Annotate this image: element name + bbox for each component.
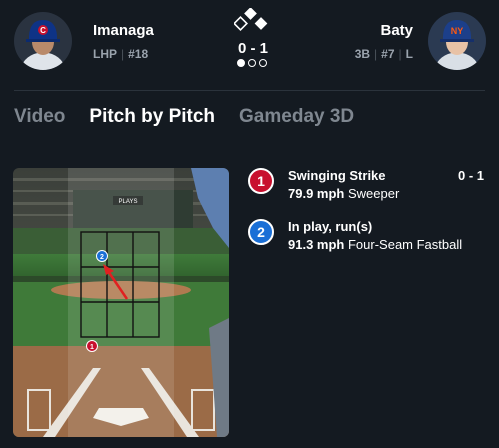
pitch-type: Sweeper — [347, 186, 400, 201]
tab-pitch-by-pitch[interactable]: Pitch by Pitch — [89, 106, 215, 128]
svg-text:2: 2 — [100, 254, 104, 261]
out-dot — [237, 59, 245, 67]
out-dot — [259, 59, 267, 67]
tab-gameday-3d[interactable]: Gameday 3D — [239, 106, 354, 128]
tab-bar: Video Pitch by Pitch Gameday 3D — [14, 106, 354, 128]
pitch-number-badge: 2 — [248, 219, 274, 245]
tab-video[interactable]: Video — [14, 106, 65, 128]
pitcher-meta: LHP | #18 — [93, 47, 148, 61]
pitcher-position: LHP — [93, 47, 117, 61]
batter-name[interactable]: Baty — [380, 22, 413, 39]
pitch-detail: 79.9 mph Sweeper — [288, 186, 399, 201]
outs-indicator — [237, 59, 267, 67]
pitch-count: 0 - 1 — [457, 168, 484, 183]
pitch-speed: 79.9 mph — [288, 186, 345, 201]
pitcher-number: #18 — [128, 47, 149, 61]
pitch-type: Four-Seam Fastball — [347, 237, 463, 252]
pitch-number-badge: 1 — [248, 168, 274, 194]
header-divider — [14, 90, 485, 91]
pitch-video[interactable]: PLAYS 2 1 — [13, 168, 229, 437]
bases-diamond-icon — [234, 8, 268, 31]
separator: | — [374, 47, 378, 61]
separator: | — [398, 47, 402, 61]
pitcher-name[interactable]: Imanaga — [93, 22, 154, 39]
pitch-row-2[interactable]: 2 In play, run(s) 91.3 mph Four-Seam Fas… — [248, 219, 488, 259]
svg-text:NY: NY — [451, 26, 464, 36]
ball-strike-count: 0 - 1 — [238, 40, 269, 57]
batter-avatar[interactable]: NY — [428, 12, 486, 70]
pitch-marker-1[interactable]: 1 — [86, 340, 98, 352]
pitch-marker-2[interactable]: 2 — [96, 250, 108, 262]
batter-position: 3B — [354, 47, 371, 61]
batter-number: #7 — [381, 47, 395, 61]
pitcher-avatar[interactable]: C — [14, 12, 72, 70]
pitch-result: In play, run(s) — [288, 219, 373, 234]
batter-meta: 3B | #7 | L — [355, 47, 413, 61]
svg-text:1: 1 — [90, 344, 94, 351]
out-dot — [248, 59, 256, 67]
pitch-detail: 91.3 mph Four-Seam Fastball — [288, 237, 462, 252]
separator: | — [121, 47, 125, 61]
pitch-result: Swinging Strike — [288, 168, 386, 183]
pitch-row-1[interactable]: 1 Swinging Strike 0 - 1 79.9 mph Sweeper — [248, 168, 488, 208]
batter-bats: L — [405, 47, 413, 61]
pitch-speed: 91.3 mph — [288, 237, 345, 252]
svg-text:C: C — [40, 26, 46, 35]
